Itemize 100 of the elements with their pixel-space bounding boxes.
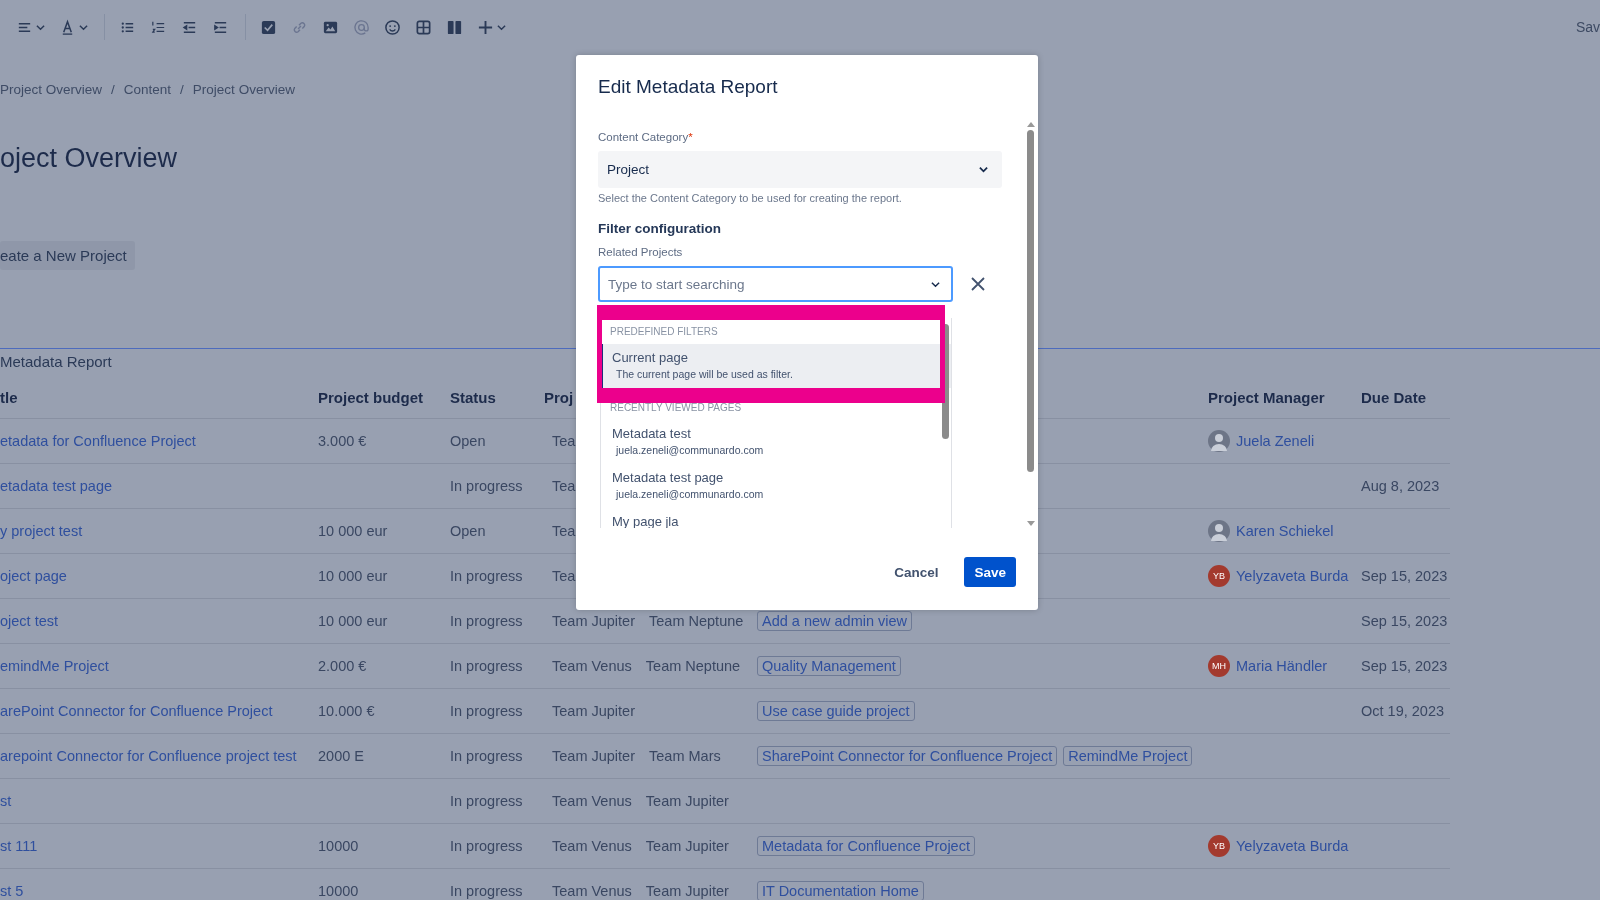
user-link[interactable]: Karen Schiekel <box>1236 523 1334 539</box>
save-button[interactable]: Save <box>964 557 1016 587</box>
project-tag[interactable]: Metadata for Confluence Project <box>757 836 975 856</box>
toolbar-save-link[interactable]: Sav <box>1575 19 1600 35</box>
section-heading: Filter configuration <box>598 221 722 236</box>
field-label: Related Projects <box>598 246 684 260</box>
category-select[interactable]: Project <box>598 151 1002 188</box>
team-text: Team Venus <box>552 883 632 899</box>
project-tag[interactable]: Use case guide project <box>757 701 915 721</box>
page-link[interactable]: st <box>0 793 12 809</box>
dropdown-option[interactable]: Metadata test page juela.zeneli@communardo.com <box>601 464 951 508</box>
caret-icon <box>497 22 506 32</box>
group-heading: RECENTLY VIEWED PAGES <box>609 401 743 415</box>
user-link[interactable]: Maria Händler <box>1236 658 1328 674</box>
project-tag[interactable]: IT Documentation Home <box>757 881 924 900</box>
breadcrumb-link[interactable]: Content <box>123 82 172 100</box>
budget-text: 10 000 eur <box>318 523 388 539</box>
due-date-text: Sep 15, 2023 <box>1361 658 1448 674</box>
page-link[interactable]: oject page <box>0 568 67 584</box>
breadcrumb-link[interactable]: Project Overview <box>192 82 295 100</box>
due-date-text: Sep 15, 2023 <box>1361 568 1448 584</box>
page-link[interactable]: y project test <box>0 523 83 539</box>
caret-icon <box>979 165 988 174</box>
field-label: Content Category* <box>598 131 694 145</box>
dropdown-option[interactable]: Metadata test juela.zeneli@communardo.com <box>601 420 951 464</box>
caret-icon <box>931 280 940 289</box>
project-tag[interactable]: SharePoint Connector for Confluence Project <box>757 746 1058 766</box>
scrollbar-thumb[interactable] <box>1027 130 1034 472</box>
user-link[interactable]: Yelyzaveta Burda <box>1236 838 1349 854</box>
column-header: Due Date <box>1361 376 1450 419</box>
due-date-text: Aug 8, 2023 <box>1361 478 1440 494</box>
breadcrumb-separator: / <box>111 82 115 99</box>
budget-text: 10000 <box>318 838 359 854</box>
page-link[interactable]: arePoint Connector for Confluence Project <box>0 703 273 719</box>
project-tag[interactable]: Add a new admin view <box>757 611 913 631</box>
column-header: Project Manager <box>1208 376 1361 419</box>
cancel-button[interactable]: Cancel <box>884 557 949 587</box>
team-text: Tea <box>552 568 576 584</box>
team-text: Team Jupiter <box>552 613 635 629</box>
status-text: In progress <box>450 478 523 494</box>
scroll-down-icon[interactable] <box>1027 521 1035 526</box>
team-text: Team Venus <box>552 793 632 809</box>
search-field[interactable]: Type to start searching <box>598 266 953 302</box>
avatar-icon <box>1208 520 1230 542</box>
team-text: Team Jupiter <box>645 793 729 809</box>
caret-icon <box>36 22 45 32</box>
team-text: Team Jupiter <box>645 838 729 854</box>
status-text: Open <box>450 433 486 449</box>
scrollbar-thumb[interactable] <box>942 324 949 439</box>
page-link[interactable]: emindMe Project <box>0 658 109 674</box>
dropdown-option[interactable]: My page jla <box>601 508 951 528</box>
budget-text: 3.000 € <box>318 433 367 449</box>
breadcrumb-link[interactable]: Project Overview <box>0 82 103 100</box>
budget-text: 10 000 eur <box>318 568 388 584</box>
page-link[interactable]: etadata test page <box>0 478 113 494</box>
status-text: In progress <box>450 658 523 674</box>
budget-text: 10000 <box>318 883 359 899</box>
team-text: Team Jupiter <box>552 703 635 719</box>
mention-icon <box>353 18 370 36</box>
budget-text: 2.000 € <box>318 658 367 674</box>
due-date-text: Oct 19, 2023 <box>1361 703 1445 719</box>
column-header: Project budget <box>318 376 442 419</box>
user-link[interactable]: Juela Zeneli <box>1236 433 1315 449</box>
page-link[interactable]: st 111 <box>0 838 38 854</box>
team-text: Tea <box>552 523 576 539</box>
team-text: Team Venus <box>552 838 632 854</box>
scroll-up-icon[interactable] <box>1027 122 1035 127</box>
report-title: Metadata Report <box>0 353 112 372</box>
page-link[interactable]: oject test <box>0 613 59 629</box>
due-date-text: Sep 15, 2023 <box>1361 613 1448 629</box>
team-text: Tea <box>552 433 576 449</box>
status-text: In progress <box>450 883 523 899</box>
create-project-button[interactable]: eate a New Project <box>0 241 135 270</box>
status-text: In progress <box>450 838 523 854</box>
team-text: Team Jupiter <box>645 883 729 899</box>
checkbox-icon <box>260 18 277 36</box>
team-text: Team Neptune <box>645 658 741 674</box>
columns-icon <box>446 18 463 36</box>
project-tag[interactable]: Quality Management <box>757 656 901 676</box>
table-icon <box>415 18 432 36</box>
group-heading: PREDEFINED FILTERS <box>609 325 719 339</box>
breadcrumb-separator: / <box>180 82 184 99</box>
page-link[interactable]: arepoint Connector for Confluence project test <box>0 748 297 764</box>
budget-text: 10 000 eur <box>318 613 388 629</box>
page-link[interactable]: etadata for Confluence Project <box>0 433 196 449</box>
page-link[interactable]: st 5 <box>0 883 24 899</box>
status-text: In progress <box>450 748 523 764</box>
team-text: Team Mars <box>649 748 721 764</box>
status-text: In progress <box>450 613 523 629</box>
team-text: Team Venus <box>552 658 632 674</box>
column-header: Status <box>442 376 544 419</box>
close-button[interactable] <box>971 277 985 291</box>
avatar: YB <box>1208 835 1230 857</box>
status-text: Open <box>450 523 486 539</box>
avatar: YB <box>1208 565 1230 587</box>
project-tag[interactable]: RemindMe Project <box>1063 746 1193 766</box>
dropdown-option[interactable]: Current page The current page will be used as filter. <box>601 344 951 388</box>
status-text: In progress <box>450 793 523 809</box>
user-link[interactable]: Yelyzaveta Burda <box>1236 568 1349 584</box>
team-text: Tea <box>552 478 576 494</box>
